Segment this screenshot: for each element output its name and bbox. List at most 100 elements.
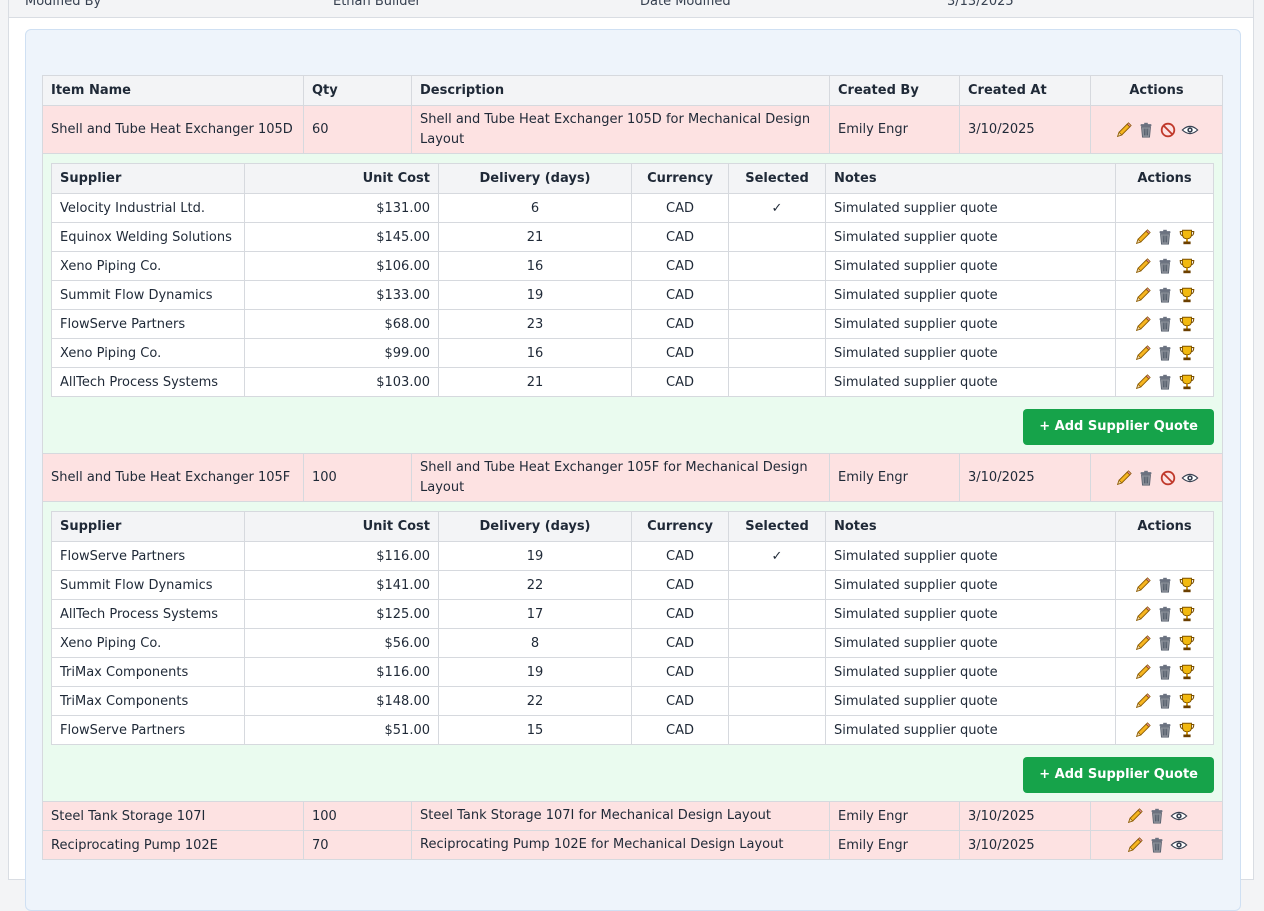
quote-currency: CAD (632, 600, 729, 629)
quote-row[interactable]: FlowServe Partners$68.0023CADSimulated s… (52, 310, 1214, 339)
edit-quote-icon[interactable] (1132, 288, 1154, 303)
unselect-quote-icon[interactable] (1157, 122, 1179, 137)
edit-quote-icon[interactable] (1132, 230, 1154, 245)
item-row[interactable]: Reciprocating Pump 102E70Reciprocating P… (43, 831, 1223, 860)
column-header-qty[interactable]: Qty (304, 76, 412, 106)
edit-quote-icon[interactable] (1132, 665, 1154, 680)
delete-item-icon[interactable] (1135, 122, 1157, 137)
unselect-quote-icon[interactable] (1157, 470, 1179, 485)
item-created-at: 3/10/2025 (960, 106, 1091, 154)
quote-supplier: FlowServe Partners (52, 716, 245, 745)
item-row[interactable]: Steel Tank Storage 107I100Steel Tank Sto… (43, 802, 1223, 831)
quote-row[interactable]: Summit Flow Dynamics$141.0022CADSimulate… (52, 571, 1214, 600)
quote-selected-check (729, 629, 826, 658)
edit-quote-icon[interactable] (1132, 259, 1154, 274)
delete-quote-icon[interactable] (1154, 723, 1176, 738)
quote-unit-cost: $68.00 (245, 310, 439, 339)
quote-row[interactable]: Xeno Piping Co.$56.008CADSimulated suppl… (52, 629, 1214, 658)
item-row[interactable]: Shell and Tube Heat Exchanger 105D60Shel… (43, 106, 1223, 154)
edit-quote-icon[interactable] (1132, 694, 1154, 709)
quote-actions (1116, 194, 1214, 223)
select-quote-trophy-icon[interactable] (1176, 230, 1198, 245)
select-quote-trophy-icon[interactable] (1176, 288, 1198, 303)
view-item-icon[interactable] (1168, 809, 1190, 824)
select-quote-trophy-icon[interactable] (1176, 259, 1198, 274)
quote-row[interactable]: FlowServe Partners$116.0019CAD✓Simulated… (52, 542, 1214, 571)
delete-quote-icon[interactable] (1154, 288, 1176, 303)
add-supplier-quote-button[interactable]: + Add Supplier Quote (1023, 757, 1214, 793)
column-header-item-name[interactable]: Item Name (43, 76, 304, 106)
select-quote-trophy-icon[interactable] (1176, 636, 1198, 651)
delete-item-icon[interactable] (1135, 470, 1157, 485)
quote-delivery-days: 19 (439, 542, 632, 571)
select-quote-trophy-icon[interactable] (1176, 346, 1198, 361)
item-description: Steel Tank Storage 107I for Mechanical D… (412, 802, 830, 831)
select-quote-trophy-icon[interactable] (1176, 694, 1198, 709)
quote-notes: Simulated supplier quote (826, 542, 1116, 571)
quote-actions (1116, 716, 1214, 745)
delete-quote-icon[interactable] (1154, 230, 1176, 245)
quote-unit-cost: $103.00 (245, 368, 439, 397)
delete-quote-icon[interactable] (1154, 607, 1176, 622)
quote-row[interactable]: Velocity Industrial Ltd.$131.006CAD✓Simu… (52, 194, 1214, 223)
delete-quote-icon[interactable] (1154, 317, 1176, 332)
quote-row[interactable]: AllTech Process Systems$125.0017CADSimul… (52, 600, 1214, 629)
page-card: Modified By Ethan Builder Date Modified … (8, 0, 1254, 880)
edit-item-icon[interactable] (1124, 838, 1146, 853)
edit-quote-icon[interactable] (1132, 317, 1154, 332)
select-quote-trophy-icon[interactable] (1176, 317, 1198, 332)
delete-item-icon[interactable] (1146, 809, 1168, 824)
quote-column-header-selected: Selected (729, 164, 826, 194)
quote-currency: CAD (632, 194, 729, 223)
quote-supplier: Xeno Piping Co. (52, 339, 245, 368)
edit-item-icon[interactable] (1124, 809, 1146, 824)
view-item-icon[interactable] (1179, 470, 1201, 485)
view-item-icon[interactable] (1168, 838, 1190, 853)
quote-row[interactable]: TriMax Components$116.0019CADSimulated s… (52, 658, 1214, 687)
delete-quote-icon[interactable] (1154, 578, 1176, 593)
delete-quote-icon[interactable] (1154, 375, 1176, 390)
date-modified-label: Date Modified (640, 0, 731, 9)
quote-notes: Simulated supplier quote (826, 629, 1116, 658)
delete-quote-icon[interactable] (1154, 259, 1176, 274)
edit-item-icon[interactable] (1113, 122, 1135, 137)
column-header-created-at[interactable]: Created At (960, 76, 1091, 106)
quote-currency: CAD (632, 542, 729, 571)
delete-quote-icon[interactable] (1154, 636, 1176, 651)
quote-delivery-days: 16 (439, 339, 632, 368)
quote-row[interactable]: AllTech Process Systems$103.0021CADSimul… (52, 368, 1214, 397)
quote-row[interactable]: Summit Flow Dynamics$133.0019CADSimulate… (52, 281, 1214, 310)
edit-quote-icon[interactable] (1132, 607, 1154, 622)
column-header-description[interactable]: Description (412, 76, 830, 106)
edit-quote-icon[interactable] (1132, 346, 1154, 361)
view-item-icon[interactable] (1179, 122, 1201, 137)
delete-quote-icon[interactable] (1154, 694, 1176, 709)
quote-row[interactable]: Xeno Piping Co.$106.0016CADSimulated sup… (52, 252, 1214, 281)
column-header-created-by[interactable]: Created By (830, 76, 960, 106)
select-quote-trophy-icon[interactable] (1176, 723, 1198, 738)
item-created-by: Emily Engr (830, 454, 960, 502)
quote-row[interactable]: Equinox Welding Solutions$145.0021CADSim… (52, 223, 1214, 252)
quote-row[interactable]: TriMax Components$148.0022CADSimulated s… (52, 687, 1214, 716)
item-row[interactable]: Shell and Tube Heat Exchanger 105F100She… (43, 454, 1223, 502)
select-quote-trophy-icon[interactable] (1176, 375, 1198, 390)
quote-row[interactable]: Xeno Piping Co.$99.0016CADSimulated supp… (52, 339, 1214, 368)
quote-selected-check (729, 716, 826, 745)
quote-unit-cost: $133.00 (245, 281, 439, 310)
edit-quote-icon[interactable] (1132, 723, 1154, 738)
select-quote-trophy-icon[interactable] (1176, 665, 1198, 680)
edit-quote-icon[interactable] (1132, 578, 1154, 593)
delete-quote-icon[interactable] (1154, 346, 1176, 361)
select-quote-trophy-icon[interactable] (1176, 578, 1198, 593)
quote-notes: Simulated supplier quote (826, 658, 1116, 687)
quote-actions (1116, 571, 1214, 600)
delete-quote-icon[interactable] (1154, 665, 1176, 680)
quote-row[interactable]: FlowServe Partners$51.0015CADSimulated s… (52, 716, 1214, 745)
add-supplier-quote-button[interactable]: + Add Supplier Quote (1023, 409, 1214, 445)
edit-quote-icon[interactable] (1132, 375, 1154, 390)
select-quote-trophy-icon[interactable] (1176, 607, 1198, 622)
delete-item-icon[interactable] (1146, 838, 1168, 853)
quote-supplier: Summit Flow Dynamics (52, 281, 245, 310)
edit-quote-icon[interactable] (1132, 636, 1154, 651)
edit-item-icon[interactable] (1113, 470, 1135, 485)
